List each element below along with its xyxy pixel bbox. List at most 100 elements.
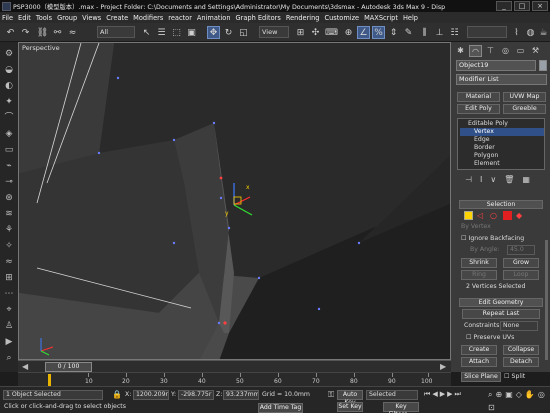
keyboard-shortcut-override-icon[interactable]: ⌨ — [325, 26, 338, 39]
fracture-icon[interactable]: ✧ — [3, 240, 15, 252]
cloth-icon[interactable]: ◐ — [3, 80, 15, 92]
window-crossing-icon[interactable]: ▣ — [185, 26, 198, 39]
next-frame-icon[interactable]: ▶ — [447, 390, 452, 401]
display-tab-icon[interactable]: ▭ — [514, 45, 527, 57]
rectangular-selection-icon[interactable]: ⬚ — [170, 26, 183, 39]
polygon-mode-icon[interactable] — [503, 211, 512, 220]
collapse-button[interactable]: Collapse — [503, 345, 539, 355]
split-checkbox[interactable]: ☐ Split — [504, 373, 525, 380]
bind-space-warp-icon[interactable]: ≈ — [66, 26, 79, 39]
minimize-button[interactable]: _ — [496, 1, 512, 11]
by-vertex-checkbox[interactable]: By Vertex — [461, 223, 491, 230]
angle-snap-icon[interactable]: ∠ — [357, 26, 370, 39]
object-color-swatch[interactable] — [539, 60, 547, 71]
move-gizmo[interactable]: x y — [216, 175, 266, 225]
menu-views[interactable]: Views — [82, 14, 101, 22]
edge-mode-icon[interactable]: ◁ — [477, 211, 486, 220]
edit-poly-button[interactable]: Edit Poly — [457, 104, 500, 114]
element-mode-icon[interactable]: ◆ — [516, 211, 525, 220]
go-to-end-icon[interactable]: ⏭ — [454, 390, 460, 401]
menu-group[interactable]: Group — [57, 14, 77, 22]
orbit-icon[interactable]: ◎ — [538, 390, 545, 400]
key-icon[interactable]: ⚿ — [328, 390, 334, 400]
deforming-mesh-icon[interactable]: ◈ — [3, 128, 15, 140]
ignore-backfacing-checkbox[interactable]: ☐ Ignore Backfacing — [461, 235, 524, 242]
previous-frame-icon[interactable]: ◀ — [432, 390, 437, 401]
loop-button[interactable]: Loop — [503, 270, 539, 280]
configure-modifier-sets-icon[interactable]: ▦ — [522, 175, 530, 185]
add-time-tag-button[interactable]: Add Time Tag — [258, 403, 303, 413]
viewport-label[interactable]: Perspective — [22, 44, 60, 52]
create-tab-icon[interactable]: ✱ — [454, 45, 467, 57]
unlink-icon[interactable]: ⚯ — [51, 26, 64, 39]
select-and-scale-icon[interactable]: ◱ — [237, 26, 250, 39]
motor-icon[interactable]: ⊛ — [3, 192, 15, 204]
x-coordinate-field[interactable]: 1200.209r — [133, 390, 169, 400]
object-name-field[interactable]: Object19 — [456, 60, 536, 71]
point-point-icon[interactable]: ⋯ — [3, 288, 15, 300]
play-icon[interactable]: ▶ — [440, 390, 445, 401]
pin-stack-icon[interactable]: ⊣ — [465, 175, 472, 185]
shrink-button[interactable]: Shrink — [461, 258, 497, 268]
perspective-viewport[interactable]: Perspective x y — [18, 42, 451, 360]
remove-modifier-icon[interactable]: 🗑 — [504, 175, 514, 185]
rope-icon[interactable]: ⌒ — [3, 112, 15, 124]
slider-next-icon[interactable]: ▶ — [440, 362, 446, 371]
constraint-solver-icon[interactable]: ⊞ — [3, 272, 15, 284]
select-manipulate-icon[interactable]: ✣ — [309, 26, 322, 39]
z-coordinate-field[interactable]: 93.237mm — [223, 390, 259, 400]
attach-button[interactable]: Attach — [461, 357, 497, 367]
pivot-center-icon[interactable]: ⊞ — [294, 26, 307, 39]
spinner-snap-icon[interactable]: ⇕ — [387, 26, 400, 39]
undo-icon[interactable]: ↶ — [4, 26, 17, 39]
analyze-world-icon[interactable]: ⌕ — [3, 352, 15, 364]
make-unique-icon[interactable]: ∨ — [490, 175, 496, 185]
ring-button[interactable]: Ring — [461, 270, 497, 280]
soft-body-icon[interactable]: ✦ — [3, 96, 15, 108]
edit-named-selection-icon[interactable]: ✎ — [402, 26, 415, 39]
field-of-view-icon[interactable]: ◇ — [516, 390, 522, 400]
zoom-icon[interactable]: ⌕ — [488, 390, 492, 400]
link-icon[interactable]: ⛓ — [36, 26, 49, 39]
menu-rendering[interactable]: Rendering — [286, 14, 320, 22]
menu-modifiers[interactable]: Modifiers — [133, 14, 163, 22]
spring-icon[interactable]: ⌁ — [3, 160, 15, 172]
stack-item-vertex[interactable]: Vertex — [460, 128, 544, 136]
stack-item-edge[interactable]: Edge — [460, 136, 544, 144]
menu-maxscript[interactable]: MAXScript — [364, 14, 398, 22]
select-and-rotate-icon[interactable]: ↻ — [222, 26, 235, 39]
stack-item-element[interactable]: Element — [460, 160, 544, 168]
motion-tab-icon[interactable]: ◎ — [499, 45, 512, 57]
pan-icon[interactable]: ✋ — [525, 390, 535, 400]
zoom-all-icon[interactable]: ⊕ — [495, 390, 502, 400]
menu-help[interactable]: Help — [403, 14, 418, 22]
zoom-extents-icon[interactable]: ▣ — [505, 390, 513, 400]
select-and-move-icon[interactable]: ✥ — [207, 26, 220, 39]
hierarchy-tab-icon[interactable]: ⊤ — [484, 45, 497, 57]
rigid-body-icon[interactable]: ◒ — [3, 64, 15, 76]
align-icon[interactable]: ⊥ — [433, 26, 446, 39]
angle-field[interactable]: 45.0 — [507, 245, 535, 255]
modify-tab-icon[interactable]: ◠ — [469, 45, 482, 57]
select-by-name-icon[interactable]: ☰ — [155, 26, 168, 39]
reference-coordinate-dropdown[interactable]: View — [259, 26, 289, 38]
slider-prev-icon[interactable]: ◀ — [22, 362, 28, 371]
create-button[interactable]: Create — [461, 345, 497, 355]
select-object-icon[interactable]: ↖ — [140, 26, 153, 39]
menu-animation[interactable]: Animation — [197, 14, 231, 22]
border-mode-icon[interactable]: ○ — [490, 211, 499, 220]
wind-icon[interactable]: ≋ — [3, 208, 15, 220]
snaps-toggle-icon[interactable]: ⊕ — [342, 26, 355, 39]
panel-scrollbar[interactable] — [545, 240, 548, 360]
close-button[interactable]: × — [532, 1, 548, 11]
uvw-map-button[interactable]: UVW Map — [503, 92, 546, 102]
menu-reactor[interactable]: reactor — [168, 14, 192, 22]
time-slider[interactable]: ◀ 0 / 100 ▶ — [18, 360, 451, 372]
stack-item-polygon[interactable]: Polygon — [460, 152, 544, 160]
detach-button[interactable]: Detach — [503, 357, 539, 367]
grow-button[interactable]: Grow — [503, 258, 539, 268]
plane-icon[interactable]: ▭ — [3, 144, 15, 156]
menu-edit[interactable]: Edit — [18, 14, 31, 22]
modifier-list-dropdown[interactable]: Modifier List — [456, 74, 547, 85]
menu-graph-editors[interactable]: Graph Editors — [236, 14, 281, 22]
